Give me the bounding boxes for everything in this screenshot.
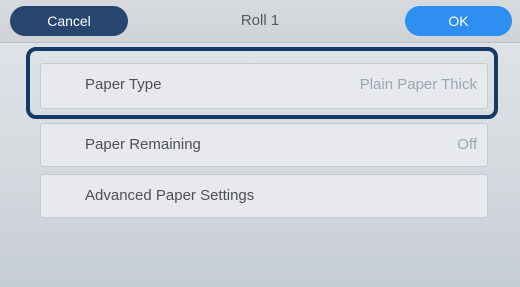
settings-panel: Paper Type Plain Paper Thick Paper Remai… [0,43,520,287]
page-title: Roll 1 [240,12,280,29]
paper-remaining-label: Paper Remaining [85,136,201,153]
printer-screen: Cancel Roll 1 OK Paper Type Plain Paper … [0,0,520,287]
paper-remaining-value: Off [457,136,477,153]
paper-type-item[interactable]: Paper Type Plain Paper Thick [40,63,488,109]
paper-type-value: Plain Paper Thick [359,76,477,93]
advanced-paper-settings-label: Advanced Paper Settings [85,187,255,204]
paper-remaining-item[interactable]: Paper Remaining Off [40,123,488,167]
ok-button[interactable]: OK [405,6,512,36]
paper-type-label: Paper Type [85,76,162,93]
cancel-button[interactable]: Cancel [10,6,128,36]
advanced-paper-settings-item[interactable]: Advanced Paper Settings [40,174,488,218]
header-bar: Cancel Roll 1 OK [0,0,520,43]
